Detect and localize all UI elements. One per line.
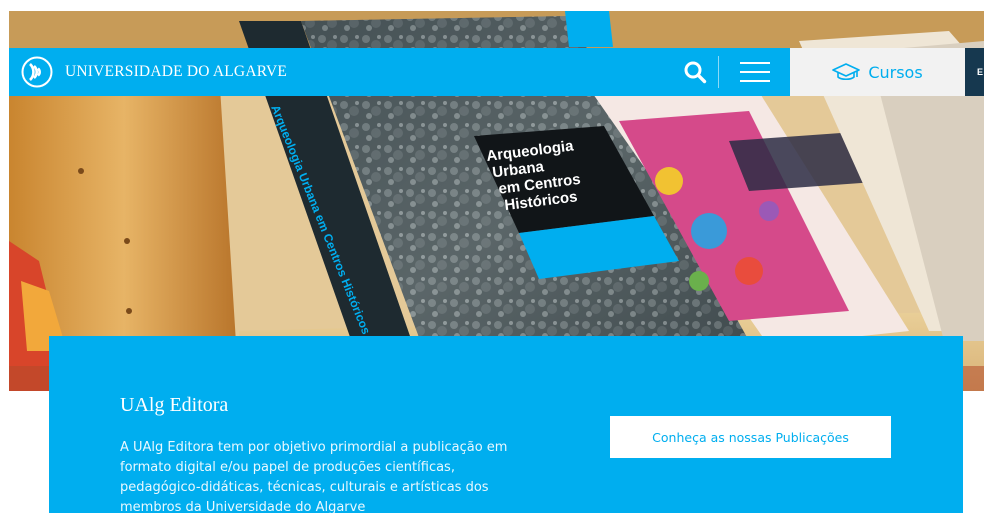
language-tab[interactable]: E (965, 48, 984, 96)
search-button[interactable] (673, 48, 717, 96)
search-icon (684, 61, 707, 84)
cursos-button[interactable]: Cursos (790, 48, 965, 96)
card-title: UAlg Editora (120, 394, 229, 416)
editora-card: UAlg Editora A UAlg Editora tem por obje… (49, 336, 963, 513)
ualg-logo-icon[interactable] (21, 56, 53, 88)
navbar-separator (718, 56, 719, 88)
page-frame: Arqueologia Urbana em Centros Históricos… (9, 11, 984, 513)
publications-button[interactable]: Conheça as nossas Publicações (610, 416, 891, 458)
university-name[interactable]: UNIVERSIDADE DO ALGARVE (65, 63, 287, 81)
hamburger-menu-icon (740, 62, 770, 82)
menu-button[interactable] (731, 48, 779, 96)
graduation-cap-icon (832, 63, 861, 81)
cursos-label: Cursos (868, 62, 923, 82)
top-navbar: UNIVERSIDADE DO ALGARVE Cursos E (9, 48, 984, 96)
card-description: A UAlg Editora tem por objetivo primordi… (120, 440, 508, 513)
